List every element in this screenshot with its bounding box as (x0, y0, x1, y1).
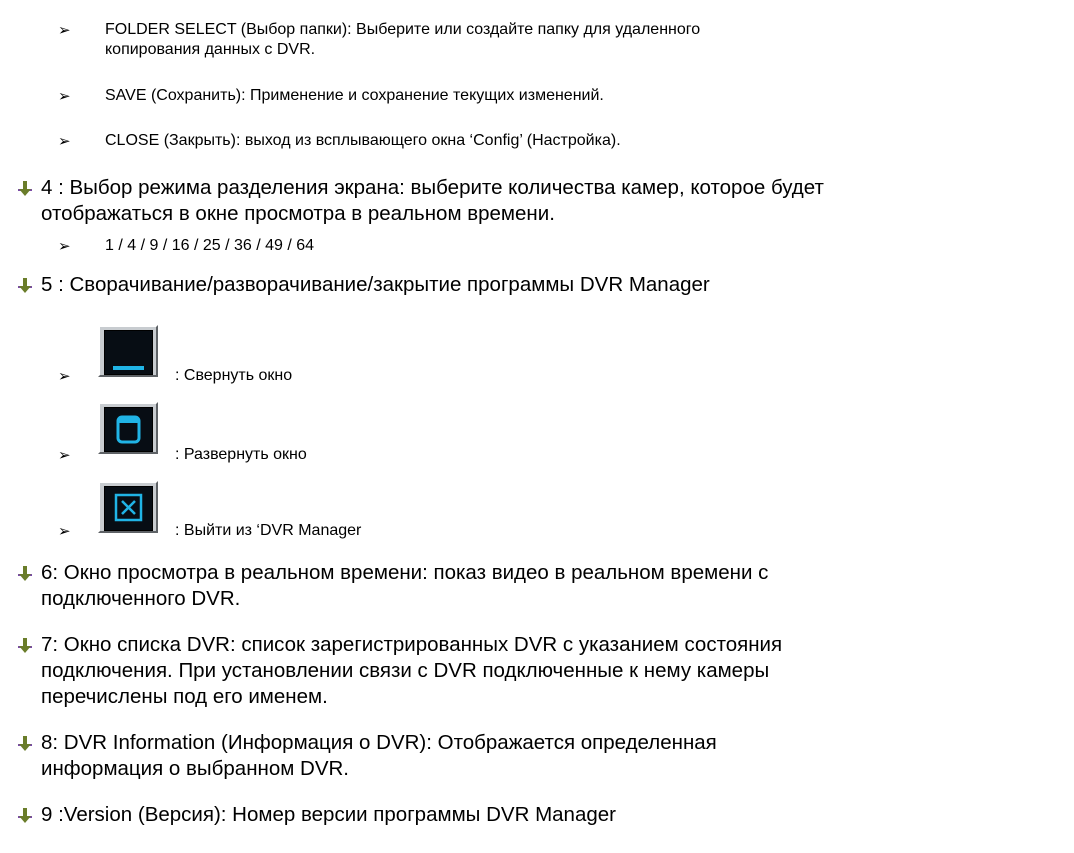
list-item-text: 8: DVR Information (Информация о DVR): О… (41, 731, 717, 754)
minimize-caption: : Свернуть окно (175, 366, 292, 386)
arrow-bullet-icon: ➢ (58, 21, 71, 39)
maximize-icon (116, 415, 141, 444)
green-arrow-bullet-icon (18, 638, 32, 653)
green-arrow-bullet-icon (18, 808, 32, 823)
exit-button-image (98, 481, 158, 533)
minimize-icon (113, 366, 144, 370)
exit-text: : Выйти из ‘DVR Manager (175, 522, 362, 539)
green-arrow-bullet-icon (18, 278, 32, 293)
green-arrow-bullet-icon (18, 736, 32, 751)
list-item-text: 9 :Version (Версия): Номер версии програ… (41, 803, 616, 826)
list-item-text: 5 : Сворачивание/разворачивание/закрытие… (41, 273, 710, 296)
list-item-text-continued: информация о выбранном DVR. (41, 757, 350, 780)
list-item-text: 4 : Выбор режима разделения экрана: выбе… (41, 176, 824, 199)
arrow-bullet-icon: ➢ (58, 87, 71, 105)
maximize-button-image (98, 402, 158, 454)
list-item-text-continued: подключенного DVR. (41, 587, 241, 610)
minimize-button-image (98, 325, 158, 377)
list-item-text-continued: перечислены под его именем. (41, 685, 328, 708)
maximize-text: : Развернуть окно (175, 446, 307, 463)
list-item-text: 7: Окно списка DVR: список зарегистриров… (41, 633, 783, 656)
arrow-bullet-icon: ➢ (58, 237, 71, 255)
arrow-bullet-icon: ➢ (58, 132, 71, 150)
list-item-text: 6: Окно просмотра в реальном времени: по… (41, 561, 769, 584)
bullet-text: CLOSE (Закрыть): выход из всплывающего о… (105, 132, 621, 149)
exit-caption: : Выйти из ‘DVR Manager (175, 521, 361, 541)
arrow-bullet-icon: ➢ (58, 522, 71, 540)
bullet-text: SAVE (Сохранить): Применение и сохранени… (105, 87, 604, 104)
bullet-text: 1 / 4 / 9 / 16 / 25 / 36 / 49 / 64 (105, 237, 315, 254)
arrow-bullet-icon: ➢ (58, 446, 71, 464)
maximize-caption: : Развернуть окно (175, 445, 307, 465)
green-arrow-bullet-icon (18, 181, 32, 196)
bullet-text: FOLDER SELECT (Выбор папки): Выберите ил… (105, 21, 701, 38)
green-arrow-bullet-icon (18, 566, 32, 581)
bullet-text-continued: копирования данных с DVR. (105, 41, 316, 58)
minimize-text: : Свернуть окно (175, 367, 293, 384)
arrow-bullet-icon: ➢ (58, 367, 71, 385)
list-item-text-continued: подключения. При установлении связи с DV… (41, 659, 770, 682)
list-item-text-continued: отображаться в окне просмотра в реальном… (41, 202, 555, 225)
close-icon (114, 493, 143, 522)
